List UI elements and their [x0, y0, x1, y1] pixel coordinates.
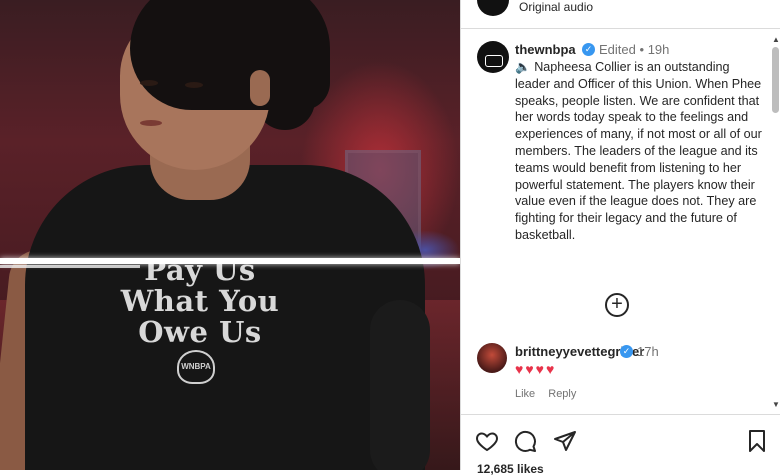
comment-like-button[interactable]: Like [515, 388, 535, 400]
post-caption: 🔈 Napheesa Collier is an outstanding lea… [515, 59, 763, 244]
post-meta: Edited • 19h [599, 42, 669, 57]
shirt-line: Owe Us [138, 315, 262, 349]
scroll-down-arrow-icon[interactable]: ▼ [772, 400, 780, 409]
post-side-panel: Original audio thewnbpa ✓ Edited • 19h 🔈… [460, 0, 780, 476]
comment-actions: Like Reply [515, 388, 586, 400]
scrollbar[interactable]: ▲ ▼ [770, 35, 780, 410]
comment-text-hearts: ♥♥♥♥ [515, 361, 557, 377]
post-time: 19h [647, 42, 670, 57]
glitch-line [0, 258, 460, 264]
person-eye [140, 80, 158, 86]
shirt-logo: WNBPA [177, 350, 215, 384]
verified-badge-icon: ✓ [620, 345, 633, 358]
person-ear [250, 70, 270, 106]
glitch-line [0, 265, 140, 268]
separator: • [639, 42, 645, 57]
person-eye [185, 82, 203, 88]
person-hair [130, 0, 330, 110]
scroll-up-arrow-icon[interactable]: ▲ [772, 35, 780, 44]
audio-row: Original audio [461, 0, 780, 29]
post-author-username[interactable]: thewnbpa [515, 42, 576, 57]
person-sleeve [370, 300, 430, 470]
like-heart-icon[interactable] [475, 429, 499, 453]
commenter-avatar[interactable] [477, 343, 507, 373]
shirt-line: What You [120, 284, 280, 318]
edited-label: Edited [599, 42, 636, 57]
shirt-slogan: Pay Us What You Owe Us [95, 255, 305, 348]
original-audio-link[interactable]: Original audio [519, 0, 593, 14]
scrollbar-thumb[interactable] [772, 47, 779, 113]
comments-scroll-area[interactable]: thewnbpa ✓ Edited • 19h 🔈 Napheesa Colli… [461, 29, 780, 413]
speaker-icon: 🔈 [515, 60, 531, 74]
account-avatar[interactable] [477, 0, 509, 16]
load-more-comments-button[interactable]: + [605, 293, 629, 317]
person-mouth [140, 120, 162, 126]
share-send-icon[interactable] [553, 429, 577, 453]
post-media[interactable]: Pay Us What You Owe Us WNBPA [0, 0, 460, 470]
verified-badge-icon: ✓ [582, 43, 595, 56]
comment-time: 17h [637, 344, 659, 359]
post-action-bar: 12,685 likes [461, 414, 780, 476]
save-bookmark-icon[interactable] [745, 429, 769, 453]
caption-text: Napheesa Collier is an outstanding leade… [515, 60, 762, 242]
comment-bubble-icon[interactable] [513, 429, 537, 453]
likes-count[interactable]: 12,685 likes [477, 462, 544, 476]
comment-reply-button[interactable]: Reply [548, 388, 576, 400]
post-author-avatar[interactable] [477, 41, 509, 73]
